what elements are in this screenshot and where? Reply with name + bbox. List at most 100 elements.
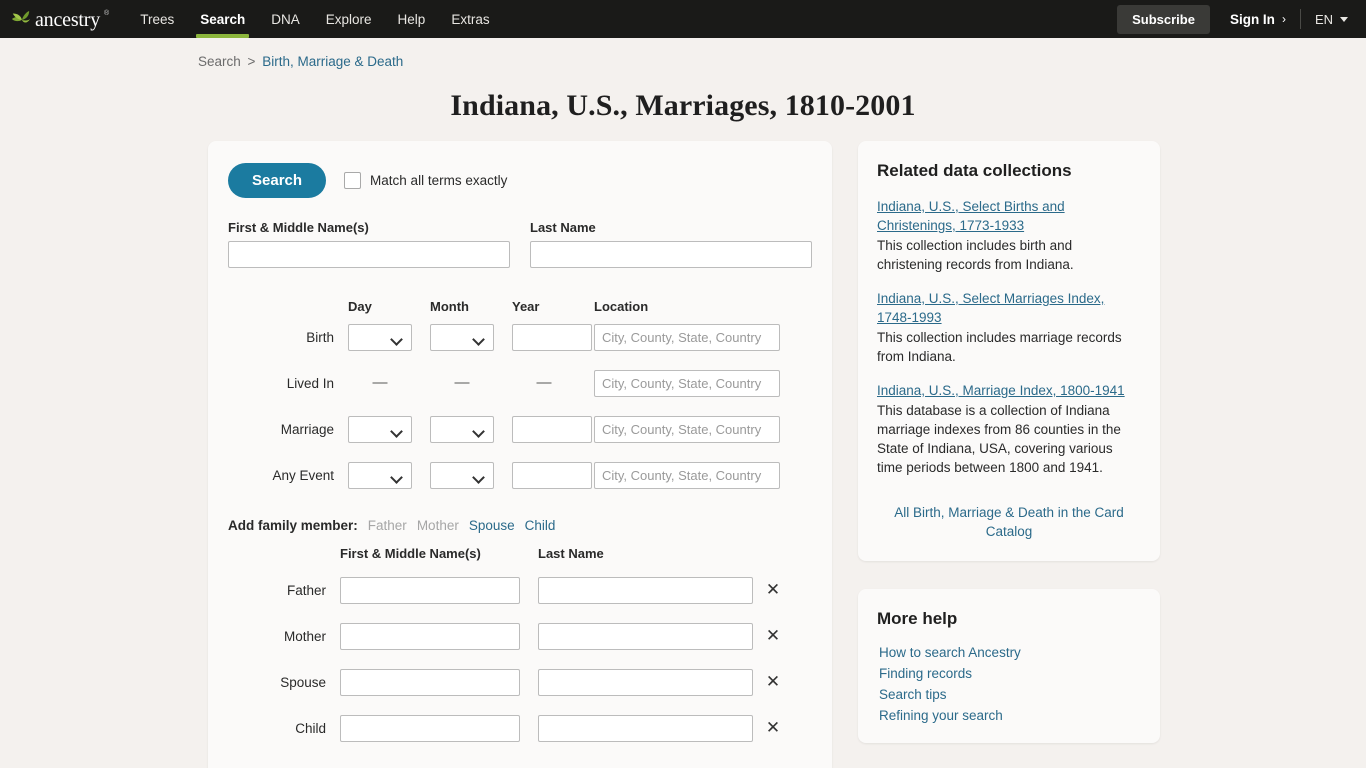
add-family-member-label: Add family member: bbox=[228, 518, 358, 533]
lived-in-location-input[interactable] bbox=[594, 369, 780, 397]
grid-row-any-event: Any Event bbox=[228, 452, 812, 498]
match-exact-group[interactable]: Match all terms exactly bbox=[344, 172, 507, 189]
related-collections-card: Related data collections Indiana, U.S., … bbox=[858, 141, 1160, 561]
subscribe-button[interactable]: Subscribe bbox=[1117, 4, 1210, 34]
family-row-label-child: Child bbox=[295, 720, 326, 736]
first-name-field-group: First & Middle Name(s) bbox=[228, 220, 510, 268]
brand-trademark: ® bbox=[104, 9, 110, 17]
add-father-link: Father bbox=[367, 518, 407, 533]
column-header-day: Day bbox=[348, 299, 372, 314]
marriage-year-input[interactable] bbox=[512, 415, 592, 443]
row-label-any-event: Any Event bbox=[272, 467, 334, 483]
breadcrumb-separator: > bbox=[247, 54, 256, 69]
family-row-mother: Mother ✕ bbox=[228, 613, 812, 659]
marriage-day-select[interactable] bbox=[348, 415, 412, 443]
main-layout: Search Match all terms exactly First & M… bbox=[0, 123, 1366, 768]
chevron-right-icon: › bbox=[1281, 12, 1286, 26]
remove-mother-icon[interactable]: ✕ bbox=[766, 627, 780, 644]
nav-label: Search bbox=[200, 11, 246, 27]
primary-nav-items: Trees Search DNA Explore Help Extras bbox=[127, 0, 502, 38]
lived-in-year-dash: — bbox=[536, 374, 552, 391]
search-button[interactable]: Search bbox=[228, 163, 327, 198]
collection-description: This collection includes marriage record… bbox=[877, 330, 1122, 364]
nav-item-search[interactable]: Search bbox=[187, 0, 258, 38]
collection-description: This database is a collection of Indiana… bbox=[877, 403, 1121, 475]
top-navigation-bar: ancestry ® Trees Search DNA Explore Help… bbox=[0, 0, 1366, 38]
child-last-name-input[interactable] bbox=[538, 714, 753, 742]
family-members-grid: First & Middle Name(s) Last Name Father … bbox=[228, 545, 812, 751]
birth-year-input[interactable] bbox=[512, 323, 592, 351]
column-header-location: Location bbox=[594, 299, 649, 314]
more-help-links: How to search Ancestry Finding records S… bbox=[877, 645, 1141, 723]
family-row-father: Father ✕ bbox=[228, 567, 812, 613]
marriage-month-select[interactable] bbox=[430, 415, 494, 443]
spouse-last-name-input[interactable] bbox=[538, 668, 753, 696]
match-exact-label: Match all terms exactly bbox=[370, 173, 508, 188]
grid-row-birth: Birth bbox=[228, 314, 812, 360]
help-link-how-to-search[interactable]: How to search Ancestry bbox=[879, 645, 1141, 660]
nav-label: Help bbox=[397, 11, 426, 27]
nav-item-trees[interactable]: Trees bbox=[127, 0, 187, 38]
birth-location-input[interactable] bbox=[594, 323, 780, 351]
leaf-icon bbox=[10, 9, 32, 29]
birth-month-select[interactable] bbox=[430, 323, 494, 351]
search-form-card: Search Match all terms exactly First & M… bbox=[208, 141, 832, 768]
ancestry-logo[interactable]: ancestry ® bbox=[10, 0, 127, 38]
breadcrumb-root[interactable]: Search bbox=[198, 54, 241, 69]
help-link-refining-search[interactable]: Refining your search bbox=[879, 708, 1141, 723]
collection-item: Indiana, U.S., Select Marriages Index, 1… bbox=[877, 289, 1141, 366]
column-header-month: Month bbox=[430, 299, 469, 314]
nav-label: DNA bbox=[271, 11, 300, 27]
nav-label: Trees bbox=[140, 11, 175, 27]
add-child-link[interactable]: Child bbox=[525, 518, 556, 533]
more-help-heading: More help bbox=[877, 609, 958, 628]
search-action-row: Search Match all terms exactly bbox=[228, 163, 812, 198]
marriage-location-input[interactable] bbox=[594, 415, 780, 443]
collection-link[interactable]: Indiana, U.S., Select Births and Christe… bbox=[877, 199, 1065, 233]
language-selector[interactable]: EN bbox=[1301, 12, 1352, 27]
remove-child-icon[interactable]: ✕ bbox=[766, 719, 780, 736]
any-event-month-select[interactable] bbox=[430, 461, 494, 489]
nav-item-extras[interactable]: Extras bbox=[438, 0, 502, 38]
grid-row-lived-in: Lived In — — — bbox=[228, 360, 812, 406]
card-catalog-link[interactable]: All Birth, Marriage & Death in the Card … bbox=[877, 503, 1141, 541]
any-event-year-input[interactable] bbox=[512, 461, 592, 489]
collection-link[interactable]: Indiana, U.S., Marriage Index, 1800-1941 bbox=[877, 383, 1125, 398]
remove-father-icon[interactable]: ✕ bbox=[766, 581, 780, 598]
nav-label: Explore bbox=[325, 11, 372, 27]
father-last-name-input[interactable] bbox=[538, 576, 753, 604]
language-label: EN bbox=[1314, 11, 1333, 27]
sign-in-label: Sign In bbox=[1229, 11, 1275, 27]
family-row-label-father: Father bbox=[286, 582, 326, 598]
any-event-day-select[interactable] bbox=[348, 461, 412, 489]
help-link-finding-records[interactable]: Finding records bbox=[879, 666, 1141, 681]
breadcrumb: Search > Birth, Marriage & Death bbox=[0, 38, 1366, 69]
row-label-lived-in: Lived In bbox=[286, 375, 334, 391]
mother-first-name-input[interactable] bbox=[340, 622, 520, 650]
spouse-first-name-input[interactable] bbox=[340, 668, 520, 696]
name-fields-row: First & Middle Name(s) Last Name bbox=[228, 220, 812, 268]
birth-day-select[interactable] bbox=[348, 323, 412, 351]
nav-item-dna[interactable]: DNA bbox=[258, 0, 313, 38]
any-event-location-input[interactable] bbox=[594, 461, 780, 489]
help-link-search-tips[interactable]: Search tips bbox=[879, 687, 1141, 702]
chevron-down-icon bbox=[1340, 16, 1348, 22]
nav-right-group: Subscribe Sign In › EN bbox=[1117, 0, 1352, 38]
match-exact-checkbox[interactable] bbox=[344, 172, 362, 189]
mother-last-name-input[interactable] bbox=[538, 622, 753, 650]
father-first-name-input[interactable] bbox=[340, 576, 520, 604]
last-name-input[interactable] bbox=[530, 241, 812, 268]
breadcrumb-current[interactable]: Birth, Marriage & Death bbox=[262, 54, 403, 69]
collection-item: Indiana, U.S., Marriage Index, 1800-1941… bbox=[877, 381, 1141, 477]
row-label-marriage: Marriage bbox=[280, 421, 334, 437]
collection-item: Indiana, U.S., Select Births and Christe… bbox=[877, 197, 1141, 274]
nav-item-explore[interactable]: Explore bbox=[313, 0, 385, 38]
family-grid-header-row: First & Middle Name(s) Last Name bbox=[228, 545, 812, 567]
child-first-name-input[interactable] bbox=[340, 714, 520, 742]
add-spouse-link[interactable]: Spouse bbox=[469, 518, 515, 533]
sign-in-button[interactable]: Sign In › bbox=[1210, 12, 1300, 27]
first-name-input[interactable] bbox=[228, 241, 510, 268]
remove-spouse-icon[interactable]: ✕ bbox=[766, 673, 780, 690]
nav-item-help[interactable]: Help bbox=[385, 0, 439, 38]
collection-link[interactable]: Indiana, U.S., Select Marriages Index, 1… bbox=[877, 291, 1104, 325]
